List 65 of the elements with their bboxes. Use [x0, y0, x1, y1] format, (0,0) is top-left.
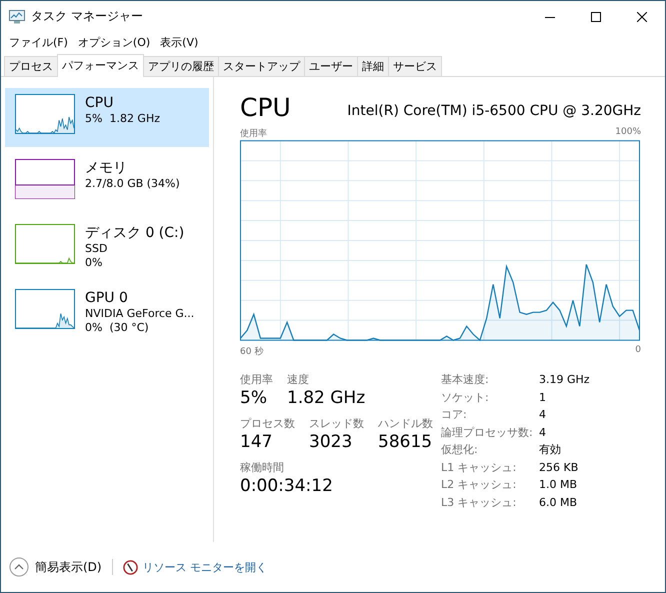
stat-label: ハンドル数 [378, 416, 433, 431]
tab[interactable]: プロセス [4, 56, 58, 76]
close-icon [637, 12, 647, 22]
spec-label: L2 キャッシュ: [441, 477, 518, 492]
sidebar-item[interactable]: CPU 5% 1.82 GHz [5, 88, 209, 147]
axis-label: 使用率 [240, 128, 267, 140]
stat-label: 稼働時間 [240, 460, 285, 475]
spec-value: 1.0 MB [539, 477, 578, 492]
stat-value: 147 [240, 431, 274, 454]
item-detail: 0% (30 °C) [85, 321, 150, 335]
tab[interactable]: パフォーマンス [57, 54, 144, 77]
spec-label: ソケット: [441, 390, 490, 405]
spec-label: L1 キャッシュ: [441, 460, 518, 475]
axis-label: 60 秒 [240, 346, 264, 358]
spec-value: 有効 [539, 442, 562, 458]
spec-value: 256 KB [539, 460, 580, 475]
maximize-icon [591, 12, 601, 22]
axis-label: 0 [635, 345, 641, 357]
chevron-up-icon [9, 557, 29, 577]
tab[interactable]: サービス [388, 56, 442, 76]
fewer-details-button[interactable]: 簡易表示(D) [9, 557, 102, 577]
stat-value: 3023 [309, 431, 354, 454]
item-name: メモリ [85, 159, 128, 177]
item-detail: 0% [85, 256, 104, 270]
sidebar-item[interactable]: ディスク 0 (C:) SSD 0% [5, 218, 209, 277]
spec-value: 6.0 MB [539, 494, 578, 510]
tab[interactable]: ユーザー [304, 56, 358, 76]
item-detail: SSD [85, 242, 108, 256]
tab[interactable]: アプリの履歴 [143, 56, 219, 76]
stat-value: 0:00:34:12 [240, 475, 333, 498]
stat-label: 使用率 [240, 372, 273, 387]
stat-label: スレッド数 [309, 416, 364, 431]
item-name: ディスク 0 (C:) [85, 224, 184, 242]
spec-value: 1 [539, 390, 547, 405]
sidebar-item[interactable]: GPU 0 NVIDIA GeForce G... 0% (30 °C) [5, 283, 209, 342]
sidebar-item[interactable]: メモリ 2.7/8.0 GB (34%) [5, 153, 209, 212]
item-detail: 2.7/8.0 GB (34%) [85, 177, 180, 191]
spec-label: L3 キャッシュ: [441, 494, 518, 510]
item-name: CPU [85, 94, 114, 112]
monitor-icon [9, 10, 25, 24]
menu-item[interactable]: 表示(V) [156, 32, 204, 52]
menu-item[interactable]: ファイル(F) [5, 32, 74, 52]
spec-label: 論理プロセッサ数: [441, 424, 534, 440]
axis-label: 100% [615, 127, 641, 139]
window-title: タスク マネージャー [31, 8, 144, 25]
stat-value: 1.82 GHz [287, 387, 366, 410]
spec-label: 基本速度: [441, 372, 490, 388]
spec-value: 4 [539, 424, 547, 440]
spec-value: 4 [539, 407, 547, 422]
processor-model: Intel(R) Core(TM) i5-6500 CPU @ 3.20GHz [347, 103, 641, 121]
menu-item[interactable]: オプション(O) [74, 32, 156, 52]
stat-value: 5% [240, 387, 268, 410]
item-name: GPU 0 [85, 289, 129, 307]
stat-value: 58615 [378, 431, 433, 454]
tab[interactable]: スタートアップ [218, 56, 305, 76]
item-detail: 5% 1.82 GHz [85, 112, 160, 126]
panel-title: CPU [240, 93, 291, 123]
spec-label: コア: [441, 407, 468, 422]
stat-label: 速度 [287, 372, 310, 387]
resource-monitor-link[interactable]: リソース モニターを開く [122, 560, 268, 574]
tab[interactable]: 詳細 [357, 56, 389, 76]
stat-label: プロセス数 [240, 416, 295, 431]
spec-label: 仮想化: [441, 442, 479, 458]
spec-value: 3.19 GHz [539, 372, 590, 388]
item-detail: NVIDIA GeForce G... [85, 307, 194, 321]
